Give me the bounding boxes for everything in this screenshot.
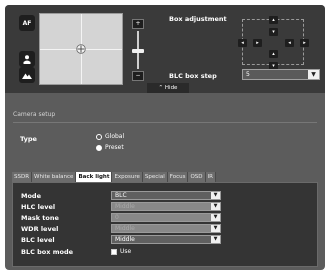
ptz-viewer-pad[interactable] [39, 13, 123, 85]
tab-special[interactable]: Special [142, 172, 168, 182]
hlc-level-row: HLC level Middle ▼ [21, 202, 311, 212]
zoom-slider-handle[interactable] [132, 49, 144, 53]
mode-value: BLC [115, 192, 127, 199]
box-left-inner-button[interactable]: ▸ [253, 39, 262, 47]
af-button[interactable]: AF [19, 15, 35, 31]
hide-panel-button[interactable]: ⌃ Hide [147, 83, 189, 93]
chevron-down-icon: ▼ [308, 70, 319, 79]
tab-ir[interactable]: IR [205, 172, 216, 182]
box-right-outer-button[interactable]: ▸ [300, 39, 309, 47]
blc-box-mode-row: BLC box mode Use [21, 247, 311, 257]
box-right-inner-button[interactable]: ◂ [285, 39, 294, 47]
tab-focus[interactable]: Focus [167, 172, 189, 182]
hlc-level-label: HLC level [21, 203, 56, 211]
radio-preset[interactable] [96, 144, 102, 151]
mask-tone-value: 0 [115, 214, 119, 221]
mode-label: Mode [21, 192, 41, 200]
tab-osd[interactable]: OSD [188, 172, 206, 182]
wdr-level-row: WDR level Middle ▼ [21, 224, 311, 234]
type-option-global[interactable]: Global [96, 133, 124, 140]
box-up-inner-button[interactable]: ▾ [269, 28, 278, 36]
back-light-panel: Mode BLC ▼ HLC level Middle ▼ Mask tone … [12, 182, 318, 267]
box-down-inner-button[interactable]: ▴ [269, 50, 278, 58]
tab-exposure[interactable]: Exposure [112, 172, 143, 182]
blc-box-mode-label: BLC box mode [21, 248, 74, 256]
box-adjustment-title: Box adjustment [169, 15, 227, 23]
blc-level-label: BLC level [21, 236, 55, 244]
person-icon [23, 54, 31, 64]
radio-preset-label: Preset [105, 144, 124, 151]
chevron-down-icon: ▼ [211, 203, 220, 210]
settings-tab-bar: SSDR White balance Back light Exposure S… [12, 172, 216, 182]
chevron-down-icon: ▼ [211, 192, 220, 199]
tab-ssdr[interactable]: SSDR [12, 172, 33, 182]
blc-box-step-value: 5 [246, 71, 250, 78]
camera-control-panel: AF + − Box adjustment ▴ ▾ ◂ ▸ ◂ ▸ ▴ ▾ BL… [5, 5, 325, 93]
type-option-preset[interactable]: Preset [96, 144, 124, 151]
chevron-down-icon: ▼ [211, 236, 220, 243]
use-checkbox-label: Use [120, 248, 132, 255]
crosshair-icon[interactable] [76, 44, 86, 54]
type-label: Type [20, 135, 37, 143]
mask-tone-row: Mask tone 0 ▼ [21, 213, 311, 223]
box-left-outer-button[interactable]: ◂ [238, 39, 247, 47]
landscape-icon [22, 73, 32, 79]
blc-level-value: Middle [115, 236, 135, 243]
landscape-button[interactable] [19, 67, 35, 83]
box-up-outer-button[interactable]: ▴ [269, 16, 278, 24]
tab-white-balance[interactable]: White balance [32, 172, 77, 182]
mode-row: Mode BLC ▼ [21, 191, 311, 201]
hlc-level-select: Middle ▼ [111, 202, 221, 211]
radio-global-label: Global [105, 133, 125, 140]
box-adjustment-area: ▴ ▾ ◂ ▸ ◂ ▸ ▴ ▾ [238, 16, 309, 70]
chevron-down-icon: ▼ [211, 214, 220, 221]
blc-level-select[interactable]: Middle ▼ [111, 235, 221, 244]
person-button[interactable] [19, 51, 35, 67]
use-checkbox[interactable] [111, 248, 117, 255]
mask-tone-select: 0 ▼ [111, 213, 221, 222]
camera-settings-frame: AF + − Box adjustment ▴ ▾ ◂ ▸ ◂ ▸ ▴ ▾ BL… [5, 5, 325, 270]
blc-box-step-label: BLC box step [169, 72, 217, 80]
zoom-out-button[interactable]: − [132, 71, 144, 81]
camera-setup-title: Camera setup [13, 111, 56, 118]
blc-box-mode-use[interactable]: Use [111, 248, 131, 255]
zoom-in-button[interactable]: + [132, 19, 144, 29]
blc-box-step-select[interactable]: 5 ▼ [242, 69, 320, 80]
wdr-level-label: WDR level [21, 225, 59, 233]
chevron-down-icon: ▼ [211, 225, 220, 232]
tab-back-light[interactable]: Back light [76, 172, 113, 182]
mask-tone-label: Mask tone [21, 214, 59, 222]
wdr-level-select: Middle ▼ [111, 224, 221, 233]
blc-level-row: BLC level Middle ▼ [21, 235, 311, 245]
radio-global[interactable] [96, 133, 102, 140]
hlc-level-value: Middle [115, 203, 135, 210]
wdr-level-value: Middle [115, 225, 135, 232]
section-divider [13, 122, 317, 123]
mode-select[interactable]: BLC ▼ [111, 191, 221, 200]
